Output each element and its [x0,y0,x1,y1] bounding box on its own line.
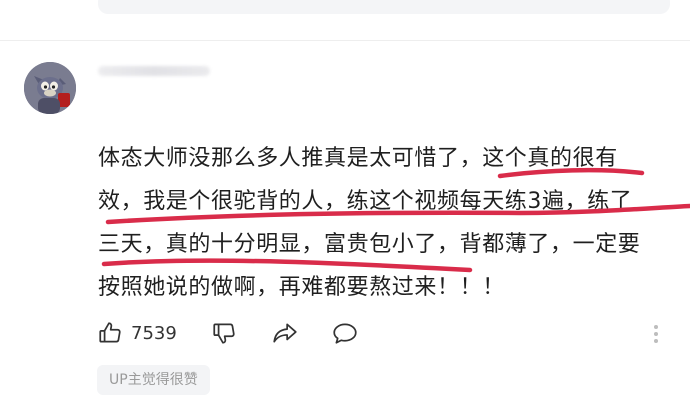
blurred-username [98,66,210,76]
share-icon [273,323,297,343]
reply-button[interactable] [331,318,359,348]
comment-text: 体态大师没那么多人推真是太可惜了，这个真的很有 效，我是个很驼背的人，练这个视频… [98,137,673,309]
avatar[interactable] [24,62,76,114]
comment-line: 按照她说的做啊，再难都要熬过来！！！ [98,275,505,300]
more-dot [654,325,658,329]
previous-comment-card [98,0,670,14]
comment-line: 三天，真的十分明显，富贵包小了，背都薄了，一定要 [98,232,641,257]
more-dot [654,332,658,336]
comment-line: 效，我是个很驼背的人，练这个视频每天练3遍，练了 [98,189,633,214]
dislike-button[interactable] [211,318,237,348]
more-icon[interactable] [650,323,662,347]
comment-line: 体态大师没那么多人推真是太可惜了，这个真的很有 [98,146,618,171]
avatar-cartoon-cat-image [24,62,76,114]
thumbs-up-icon [99,322,121,343]
up-liked-badge: UP主觉得很赞 [97,365,210,395]
like-count: 7539 [131,322,177,344]
share-button[interactable] [271,318,299,348]
thumbs-down-icon [213,323,235,344]
more-dot [654,339,658,343]
like-button[interactable]: 7539 [97,318,177,348]
comment-divider [0,40,690,41]
comment-icon [333,323,357,344]
comment-action-bar: 7539 [97,318,677,348]
